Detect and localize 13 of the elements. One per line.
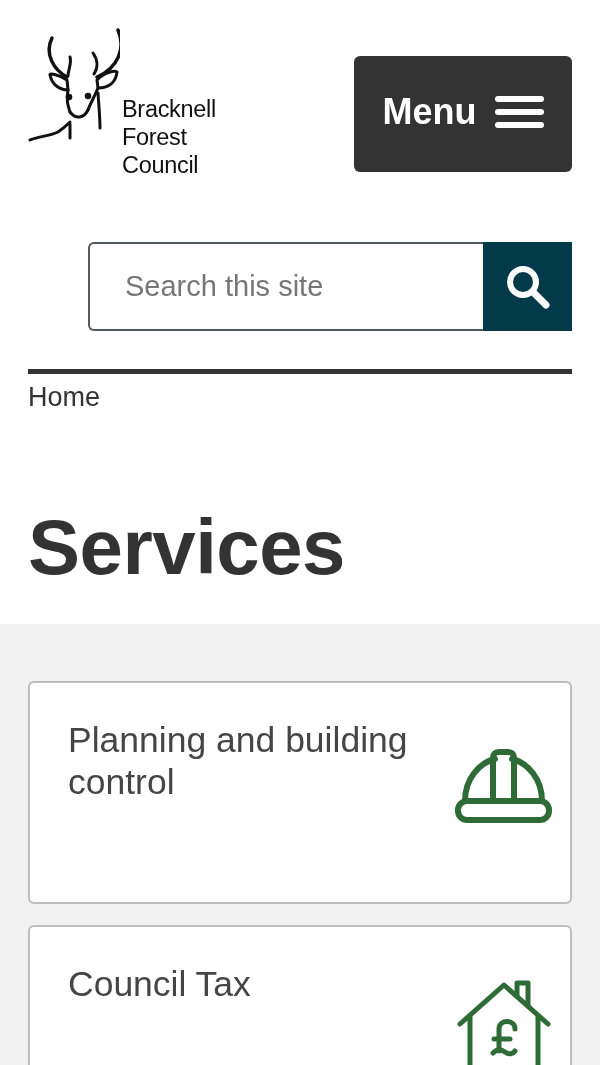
menu-icon xyxy=(494,96,544,128)
search-field[interactable]: Search this site xyxy=(88,242,483,331)
council-logo-link[interactable]: Bracknell Forest Council xyxy=(28,28,216,179)
menu-button[interactable]: Menu xyxy=(354,56,572,172)
hard-hat-icon xyxy=(455,749,552,823)
logo-wordmark: Bracknell Forest Council xyxy=(122,95,216,179)
page-title: Services xyxy=(28,502,345,593)
search-icon xyxy=(505,264,550,309)
search-button[interactable] xyxy=(483,242,572,331)
service-card[interactable]: Council Tax xyxy=(28,925,572,1065)
service-card[interactable]: Planning and building control xyxy=(28,681,572,904)
house-pound-icon xyxy=(457,979,552,1065)
breadcrumb-link[interactable]: Home xyxy=(28,380,101,415)
